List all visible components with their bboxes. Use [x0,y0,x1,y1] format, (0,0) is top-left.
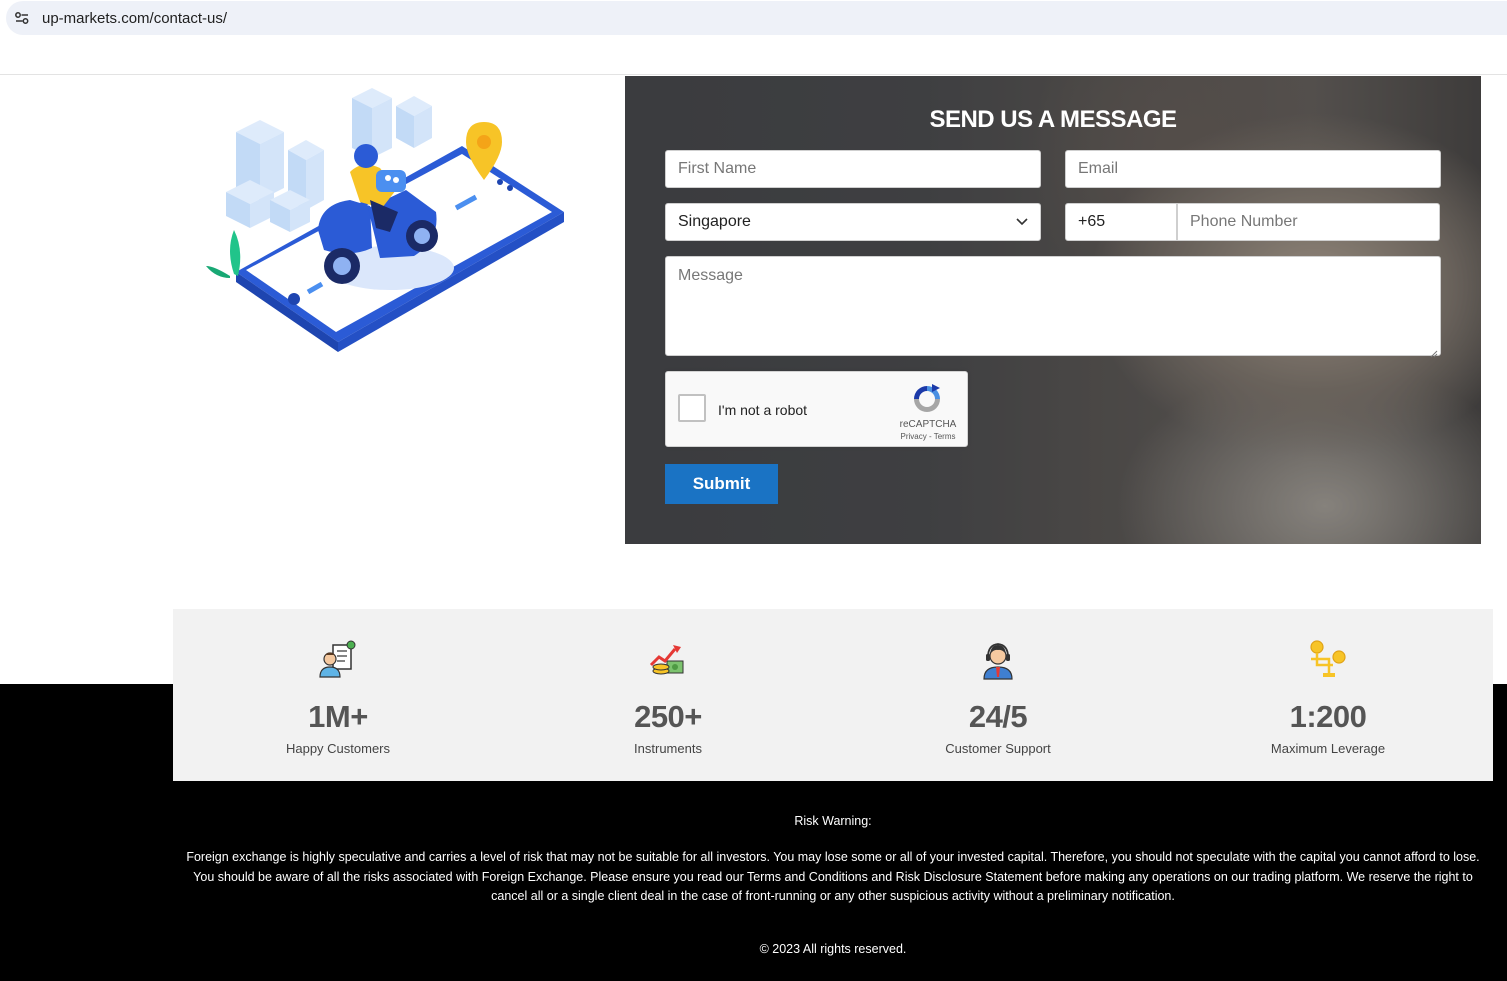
email-field[interactable] [1065,150,1441,188]
stat-label: Instruments [634,741,702,756]
chevron-down-icon [1016,213,1028,231]
leverage-coins-icon [1307,639,1349,681]
customer-icon [317,639,359,681]
phone-code-field[interactable]: +65 [1065,203,1177,241]
support-agent-icon [977,639,1019,681]
stat-value: 1M+ [308,699,368,734]
stat-instruments: 250+ Instruments [503,609,833,781]
recaptcha-widget: I'm not a robot reCAPTCHA Privacy - Term… [665,371,968,447]
copyright: © 2023 All rights reserved. [759,942,907,956]
recaptcha-logo-icon [910,382,944,416]
stat-leverage: 1:200 Maximum Leverage [1163,609,1493,781]
submit-button[interactable]: Submit [665,464,778,504]
stat-value: 24/5 [968,699,1028,734]
form-title: SEND US A MESSAGE [929,106,1177,133]
phone-number-field[interactable] [1177,203,1440,241]
message-field[interactable] [665,256,1441,358]
recaptcha-links[interactable]: Privacy - Terms [890,432,966,441]
delivery-illustration [200,80,570,355]
stat-value: 250+ [634,699,702,734]
address-bar[interactable]: up-markets.com/contact-us/ [6,1,1507,35]
contact-form-panel: SEND US A MESSAGE Singapore +65 I'm not … [625,76,1481,544]
country-select-value: Singapore [678,213,751,230]
stat-support: 24/5 Customer Support [833,609,1163,781]
url-text[interactable]: up-markets.com/contact-us/ [42,10,227,27]
first-name-field[interactable] [665,150,1041,188]
recaptcha-brand: reCAPTCHA [899,419,957,430]
site-settings-icon[interactable] [14,10,30,26]
stat-label: Maximum Leverage [1270,741,1386,756]
risk-warning-title: Risk Warning: [794,814,872,828]
phone-code-value: +65 [1078,213,1106,230]
first-name-input[interactable] [678,151,1040,187]
resize-grip-icon[interactable] [1430,345,1438,358]
email-input[interactable] [1078,151,1440,187]
recaptcha-label: I'm not a robot [718,402,808,418]
stat-label: Customer Support [945,741,1051,756]
message-textarea[interactable] [678,267,1440,355]
header-divider [0,74,1507,75]
risk-warning-text: Foreign exchange is highly speculative a… [186,850,1480,903]
country-select[interactable]: Singapore [665,203,1041,241]
stat-customers: 1M+ Happy Customers [173,609,503,781]
recaptcha-checkbox[interactable] [678,394,706,422]
stats-band: 1M+ Happy Customers 250+ Instruments 24/… [173,609,1493,781]
stat-value: 1:200 [1289,699,1367,734]
stat-label: Happy Customers [285,741,391,756]
growth-chart-icon [647,639,689,681]
phone-number-input[interactable] [1190,204,1439,240]
